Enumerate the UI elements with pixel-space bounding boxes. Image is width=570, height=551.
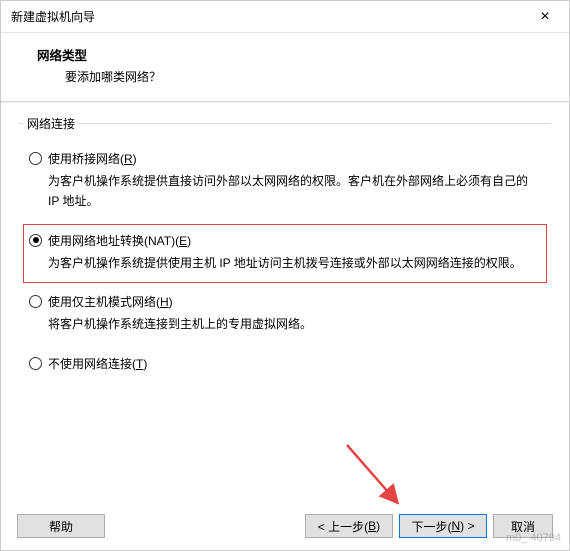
- header: 网络类型 要添加哪类网络？: [1, 33, 569, 101]
- body: 网络连接 使用桥接网络(R) 为客户机操作系统提供直接访问外部以太网网络的权限。…: [1, 103, 569, 390]
- option-desc: 为客户机操作系统提供使用主机 IP 地址访问主机拨号连接或外部以太网网络连接的权…: [48, 253, 541, 273]
- radio-icon[interactable]: [29, 152, 42, 165]
- titlebar: 新建虚拟机向导 ×: [1, 1, 569, 33]
- help-button[interactable]: 帮助: [17, 514, 105, 538]
- option-label: 不使用网络连接(T): [48, 355, 147, 372]
- footer: 帮助 < 上一步(B) 下一步(N) > 取消: [1, 504, 569, 550]
- option-desc: 将客户机操作系统连接到主机上的专用虚拟网络。: [48, 314, 541, 334]
- radio-icon[interactable]: [29, 295, 42, 308]
- option-nat[interactable]: 使用网络地址转换(NAT)(E) 为客户机操作系统提供使用主机 IP 地址访问主…: [23, 224, 547, 283]
- page-heading: 网络类型: [23, 45, 547, 64]
- option-no-network[interactable]: 不使用网络连接(T): [23, 347, 547, 386]
- network-connection-group: 网络连接 使用桥接网络(R) 为客户机操作系统提供直接访问外部以太网网络的权限。…: [19, 115, 551, 390]
- group-legend: 网络连接: [23, 115, 79, 132]
- window-title: 新建虚拟机向导: [11, 8, 95, 25]
- close-icon[interactable]: ×: [531, 8, 559, 26]
- back-button[interactable]: < 上一步(B): [305, 514, 393, 538]
- next-button[interactable]: 下一步(N) >: [399, 514, 487, 538]
- radio-icon[interactable]: [29, 357, 42, 370]
- option-label: 使用网络地址转换(NAT)(E): [48, 232, 191, 249]
- option-label: 使用仅主机模式网络(H): [48, 293, 173, 310]
- option-host-only[interactable]: 使用仅主机模式网络(H) 将客户机操作系统连接到主机上的专用虚拟网络。: [23, 285, 547, 344]
- cancel-button[interactable]: 取消: [493, 514, 553, 538]
- radio-icon[interactable]: [29, 234, 42, 247]
- option-label: 使用桥接网络(R): [48, 150, 137, 167]
- option-desc: 为客户机操作系统提供直接访问外部以太网网络的权限。客户机在外部网络上必须有自己的…: [48, 171, 541, 212]
- page-subtitle: 要添加哪类网络？: [23, 68, 547, 85]
- option-bridged[interactable]: 使用桥接网络(R) 为客户机操作系统提供直接访问外部以太网网络的权限。客户机在外…: [23, 142, 547, 222]
